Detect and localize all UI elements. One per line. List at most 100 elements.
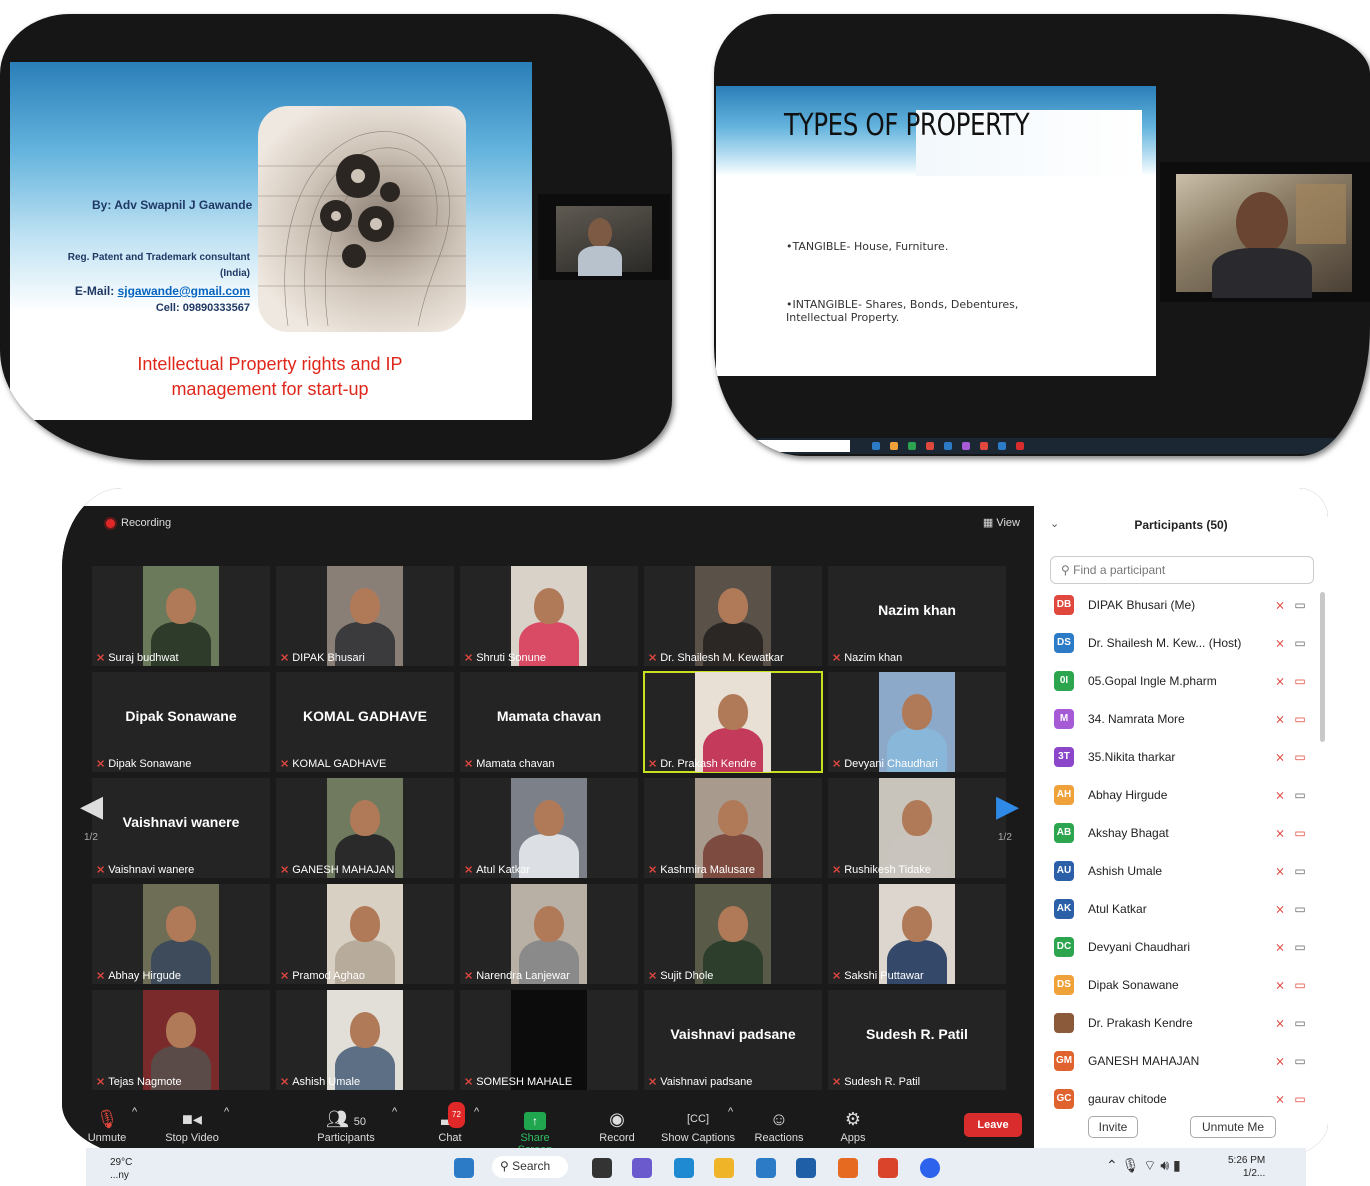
- unmute-me-button[interactable]: Unmute Me: [1190, 1116, 1276, 1138]
- participant-row[interactable]: DS Dr. Shailesh M. Kew... (Host) ⨯ ▭: [1054, 628, 1310, 658]
- participant-list-scrollbar[interactable]: [1320, 592, 1325, 742]
- invite-button[interactable]: Invite: [1088, 1116, 1138, 1138]
- video-tile[interactable]: ⨯ Rushikesh Tidake: [828, 778, 1006, 878]
- taskbar-search[interactable]: ⚲ Search: [492, 1156, 568, 1178]
- leave-button[interactable]: Leave: [964, 1113, 1022, 1137]
- video-tile[interactable]: ⨯ Suraj budhwat: [92, 566, 270, 666]
- video-tile[interactable]: ⨯ Sakshi Puttawar: [828, 884, 1006, 984]
- video-tile[interactable]: ⨯ GANESH MAHAJAN: [276, 778, 454, 878]
- participant-row[interactable]: Dr. Prakash Kendre ⨯ ▭: [1054, 1008, 1310, 1038]
- participants-button[interactable]: 👥︎ 50 Participants: [314, 1106, 378, 1144]
- video-tile[interactable]: Vaishnavi padsane ⨯ Vaishnavi padsane: [644, 990, 822, 1090]
- presenter-video-tile: [1160, 162, 1370, 302]
- participant-search-input[interactable]: ⚲ Find a participant: [1050, 556, 1314, 584]
- video-tile[interactable]: ⨯ Dr. Shailesh M. Kewatkar: [644, 566, 822, 666]
- mic-muted-icon: ⨯: [832, 970, 842, 982]
- participant-row[interactable]: GC gaurav chitode ⨯ ▭: [1054, 1084, 1310, 1114]
- presenter-name: By: Adv Swapnil J Gawande: [92, 198, 253, 212]
- participants-icon: 👥︎ 50: [325, 1109, 367, 1129]
- mic-muted-icon: ⨯: [1274, 712, 1286, 726]
- video-tile[interactable]: ⨯ Shruti Sonune: [460, 566, 638, 666]
- participant-name: DIPAK Bhusari (Me): [1088, 598, 1196, 612]
- video-tile[interactable]: Dipak Sonawane ⨯ Dipak Sonawane: [92, 672, 270, 772]
- chrome-icon[interactable]: [878, 1158, 898, 1178]
- video-tile[interactable]: ⨯ Tejas Nagmote: [92, 990, 270, 1090]
- video-tile[interactable]: ⨯ Devyani Chaudhari: [828, 672, 1006, 772]
- zoom-icon[interactable]: [920, 1158, 940, 1178]
- unmute-button[interactable]: 🎙︎ Unmute: [84, 1106, 130, 1144]
- participant-row[interactable]: 3T 35.Nikita tharkar ⨯ ▭: [1054, 742, 1310, 772]
- record-icon: ◉: [609, 1109, 625, 1129]
- video-tile[interactable]: ⨯ Kashmira Malusare: [644, 778, 822, 878]
- participant-display-name: Dipak Sonawane: [125, 708, 237, 724]
- video-tile[interactable]: ⨯ Abhay Hirgude: [92, 884, 270, 984]
- video-tile[interactable]: ⨯ DIPAK Bhusari: [276, 566, 454, 666]
- next-page-icon[interactable]: ▶: [996, 789, 1019, 824]
- chat-options-chevron-icon[interactable]: ^: [474, 1106, 479, 1118]
- apps-button[interactable]: ⚙ Apps: [838, 1106, 868, 1144]
- video-tile[interactable]: ⨯ Atul Katkar: [460, 778, 638, 878]
- participant-row[interactable]: DC Devyani Chaudhari ⨯ ▭: [1054, 932, 1310, 962]
- presenter-email-link[interactable]: sjgawande@gmail.com: [118, 284, 250, 298]
- mic-muted-icon: ⨯: [464, 864, 474, 876]
- recording-indicator[interactable]: Recording: [106, 517, 171, 529]
- participant-row[interactable]: AU Ashish Umale ⨯ ▭: [1054, 856, 1310, 886]
- mic-muted-icon: ⨯: [464, 758, 474, 770]
- video-tile[interactable]: ⨯ Pramod Aghao: [276, 884, 454, 984]
- firefox-icon[interactable]: [838, 1158, 858, 1178]
- participant-row[interactable]: M 34. Namrata More ⨯ ▭: [1054, 704, 1310, 734]
- record-button[interactable]: ◉ Record: [598, 1106, 636, 1144]
- participant-name: gaurav chitode: [1088, 1092, 1167, 1106]
- participant-row[interactable]: GM GANESH MAHAJAN ⨯ ▭: [1054, 1046, 1310, 1076]
- audio-options-chevron-icon[interactable]: ^: [132, 1106, 137, 1118]
- store-icon[interactable]: [756, 1158, 776, 1178]
- participant-row[interactable]: AK Atul Katkar ⨯ ▭: [1054, 894, 1310, 924]
- reactions-button[interactable]: ☺ Reactions: [754, 1106, 804, 1144]
- clock[interactable]: 5:26 PM 1/2...: [1228, 1154, 1265, 1180]
- video-tile[interactable]: ⨯ Sujit Dhole: [644, 884, 822, 984]
- captions-options-chevron-icon[interactable]: ^: [728, 1106, 733, 1118]
- participant-row[interactable]: AH Abhay Hirgude ⨯ ▭: [1054, 780, 1310, 810]
- mic-muted-icon: ⨯: [464, 970, 474, 982]
- video-tile[interactable]: KOMAL GADHAVE ⨯ KOMAL GADHAVE: [276, 672, 454, 772]
- mic-muted-icon: ⨯: [832, 652, 842, 664]
- participant-name-label: ⨯ Shruti Sonune: [464, 651, 546, 665]
- participant-name-label: ⨯ Rushikesh Tidake: [832, 863, 932, 877]
- participant-name-label: ⨯ Dipak Sonawane: [96, 757, 192, 771]
- video-off-icon: ▭: [1294, 674, 1306, 688]
- start-icon[interactable]: [454, 1158, 474, 1178]
- chat-button[interactable]: ▬72Chat: [434, 1102, 466, 1144]
- video-tile[interactable]: ⨯ Dr. Prakash Kendre: [643, 671, 823, 773]
- page-indicator-right: 1/2: [998, 832, 1012, 843]
- presenter-video-tile: [538, 194, 670, 280]
- mic-muted-icon: ⨯: [1274, 1092, 1286, 1106]
- video-tile[interactable]: Mamata chavan ⨯ Mamata chavan: [460, 672, 638, 772]
- prev-page-icon[interactable]: ◀: [80, 789, 103, 824]
- video-tile[interactable]: Vaishnavi wanere ⨯ Vaishnavi wanere: [92, 778, 270, 878]
- participants-options-chevron-icon[interactable]: ^: [392, 1106, 397, 1118]
- task-view-icon[interactable]: [592, 1158, 612, 1178]
- teams-icon[interactable]: [632, 1158, 652, 1178]
- presenter-role: Reg. Patent and Trademark consultant: [67, 252, 250, 263]
- search-icon: ⚲: [500, 1159, 509, 1173]
- video-tile[interactable]: ⨯ Narendra Lanjewar: [460, 884, 638, 984]
- participant-row[interactable]: 0I 05.Gopal Ingle M.pharm ⨯ ▭: [1054, 666, 1310, 696]
- file-explorer-icon[interactable]: [714, 1158, 734, 1178]
- show-captions-button[interactable]: [CC] Show Captions: [660, 1106, 736, 1144]
- participant-row[interactable]: DS Dipak Sonawane ⨯ ▭: [1054, 970, 1310, 1000]
- participant-row[interactable]: AB Akshay Bhagat ⨯ ▭: [1054, 818, 1310, 848]
- system-tray[interactable]: ⌃ 🎙︎ ⌔ 🔊︎ ▮: [1106, 1157, 1181, 1175]
- participant-display-name: Vaishnavi padsane: [670, 1026, 796, 1042]
- video-tile[interactable]: ⨯ Ashish Umale: [276, 990, 454, 1090]
- video-options-chevron-icon[interactable]: ^: [224, 1106, 229, 1118]
- participant-row[interactable]: DB DIPAK Bhusari (Me) ⨯ ▭: [1054, 590, 1310, 620]
- stop-video-button[interactable]: ■◂ Stop Video: [162, 1106, 222, 1144]
- slide-ip-rights: By: Adv Swapnil J Gawande Reg. Patent an…: [10, 62, 532, 420]
- video-tile[interactable]: Sudesh R. Patil ⨯ Sudesh R. Patil: [828, 990, 1006, 1090]
- edge-icon[interactable]: [674, 1158, 694, 1178]
- video-tile[interactable]: ⨯ SOMESH MAHALE: [460, 990, 638, 1090]
- weather-widget[interactable]: 29°C ...ny: [110, 1156, 132, 1182]
- view-button[interactable]: ▦ View: [983, 516, 1020, 529]
- mail-icon[interactable]: [796, 1158, 816, 1178]
- video-tile[interactable]: Nazim khan ⨯ Nazim khan: [828, 566, 1006, 666]
